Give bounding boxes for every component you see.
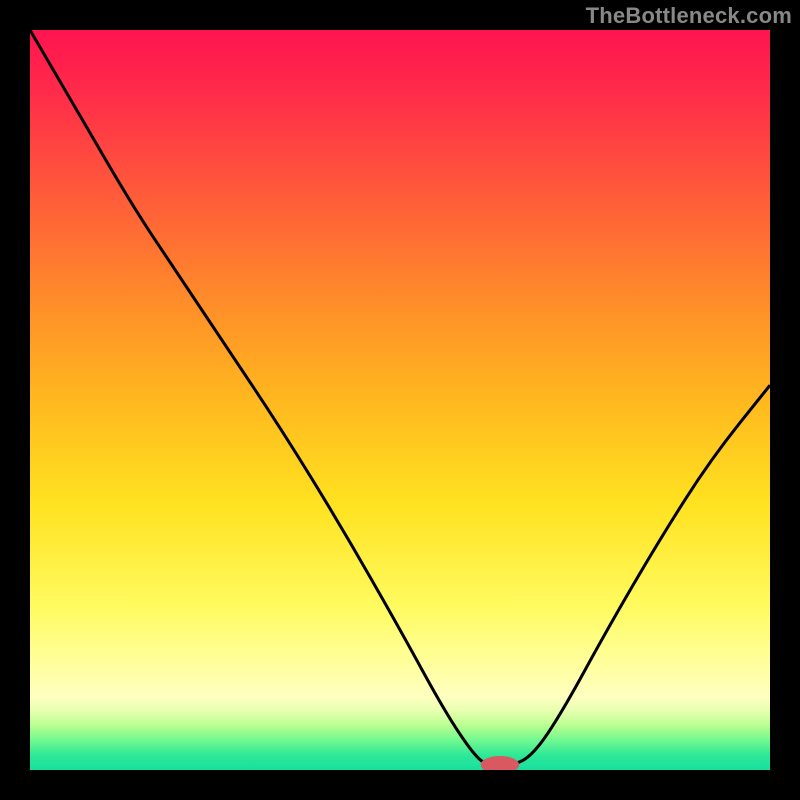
curve-layer — [30, 30, 770, 770]
plot-area — [30, 30, 770, 770]
chart-frame: TheBottleneck.com — [0, 0, 800, 800]
optimal-marker — [481, 756, 519, 770]
bottleneck-curve — [30, 30, 770, 766]
watermark-text: TheBottleneck.com — [586, 3, 792, 29]
